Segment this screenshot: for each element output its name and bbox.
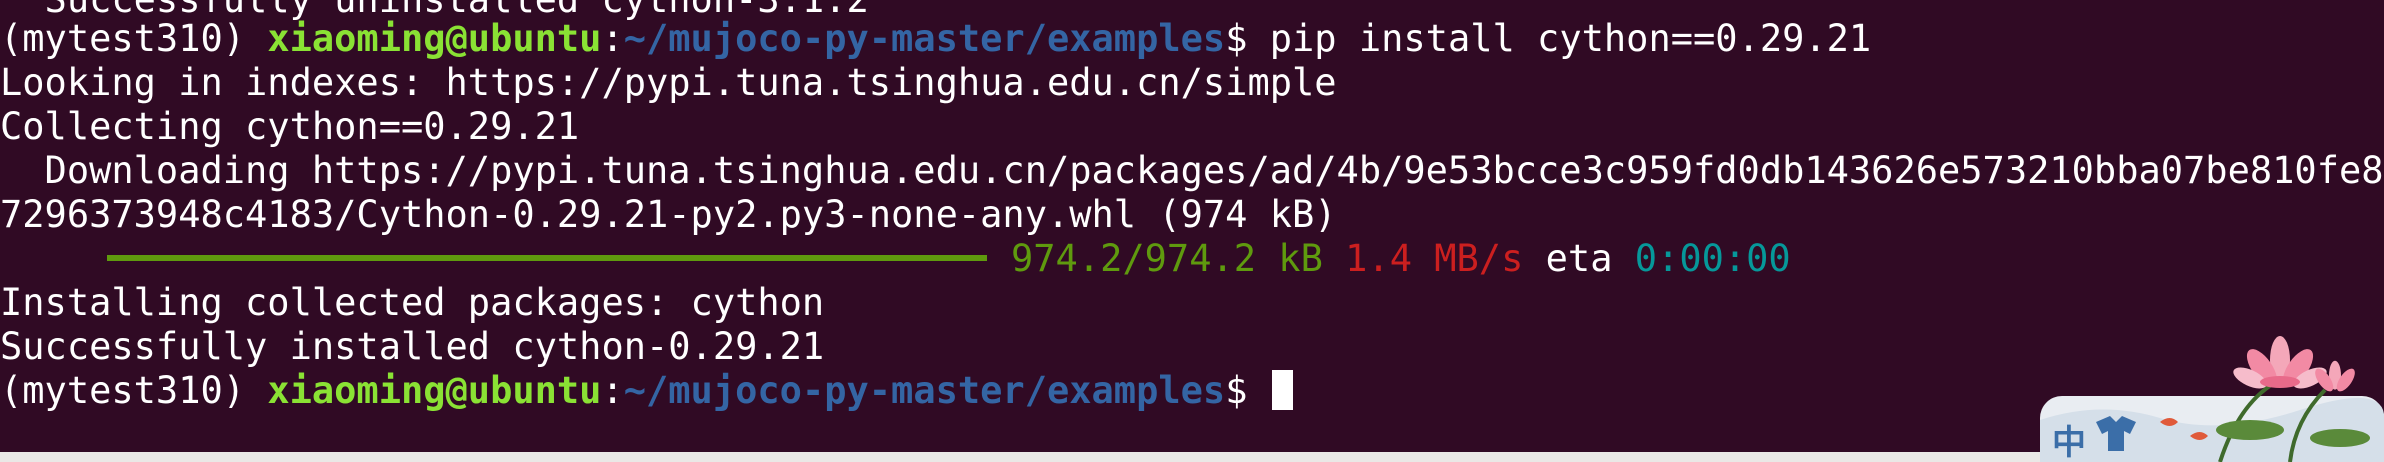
prompt-userhost: xiaoming@ubuntu bbox=[267, 369, 602, 412]
prompt-sign: $ bbox=[1225, 17, 1270, 60]
terminal-window[interactable]: Successfully uninstalled cython-3.1.2 (m… bbox=[0, 0, 2384, 452]
progress-speed: 1.4 MB/s bbox=[1345, 237, 1524, 280]
prompt-userhost: xiaoming@ubuntu bbox=[267, 17, 602, 60]
sticker-char: 中 bbox=[2052, 423, 2086, 462]
prompt-sign: $ bbox=[1225, 369, 1270, 412]
prompt-line-current[interactable]: (mytest310) xiaoming@ubuntu:~/mujoco-py-… bbox=[0, 369, 1293, 413]
prompt-env: (mytest310) bbox=[0, 369, 268, 412]
prompt-path: ~/mujoco-py-master/examples bbox=[623, 17, 1226, 60]
output-line-collecting: Collecting cython==0.29.21 bbox=[0, 105, 580, 148]
progress-line: 974.2/974.2 kB 1.4 MB/s eta 0:00:00 bbox=[0, 237, 1791, 281]
output-line-wheel: 7296373948c4183/Cython-0.29.21-py2.py3-n… bbox=[0, 193, 1337, 236]
prompt-path: ~/mujoco-py-master/examples bbox=[623, 369, 1226, 412]
prompt-line-command: (mytest310) xiaoming@ubuntu:~/mujoco-py-… bbox=[0, 17, 1871, 61]
progress-eta: 0:00:00 bbox=[1634, 237, 1791, 280]
text-cursor[interactable] bbox=[1271, 369, 1293, 410]
prompt-colon: : bbox=[601, 369, 624, 412]
output-line-installing: Installing collected packages: cython bbox=[0, 281, 825, 324]
output-line-downloading: Downloading https://pypi.tuna.tsinghua.e… bbox=[0, 149, 2384, 192]
prompt-env: (mytest310) bbox=[0, 17, 268, 60]
lotus-sticker-icon: 中 bbox=[2040, 336, 2384, 462]
progress-eta-label: eta bbox=[1545, 237, 1613, 280]
output-line-index: Looking in indexes: https://pypi.tuna.ts… bbox=[0, 61, 1337, 104]
progress-bar bbox=[107, 254, 987, 261]
window-bottom-edge bbox=[0, 452, 2384, 462]
prompt-colon: : bbox=[601, 17, 624, 60]
output-line-success: Successfully installed cython-0.29.21 bbox=[0, 325, 825, 368]
progress-size: 974.2/974.2 kB bbox=[1011, 237, 1323, 280]
command-text: pip install cython==0.29.21 bbox=[1269, 17, 1872, 60]
